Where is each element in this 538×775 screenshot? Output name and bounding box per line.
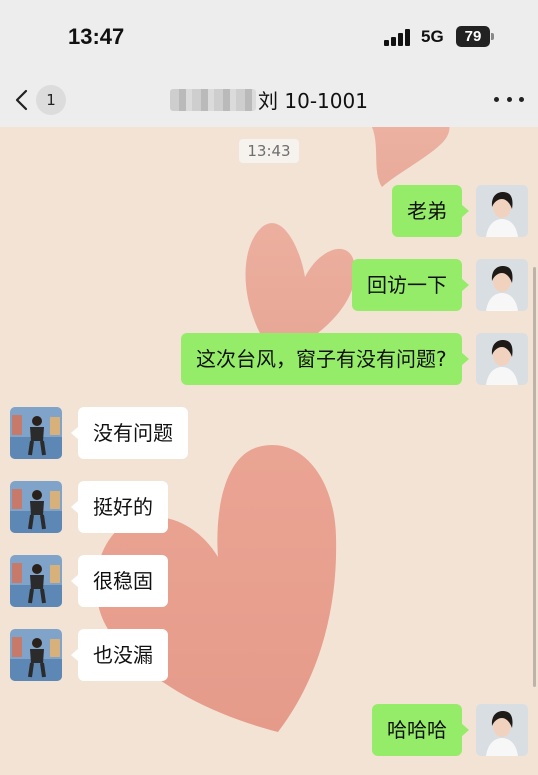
message-row-received: 挺好的 xyxy=(0,481,538,533)
message-row-sent: 回访一下 xyxy=(0,259,538,311)
network-label: 5G xyxy=(421,27,444,46)
chevron-left-icon xyxy=(15,89,28,111)
chat-title-text: 刘 10-1001 xyxy=(258,89,368,113)
contact-avatar[interactable] xyxy=(10,555,62,607)
battery-icon: 79 xyxy=(456,26,490,47)
received-message-bubble[interactable]: 挺好的 xyxy=(71,481,168,533)
chat-title: 刘 10-1001 xyxy=(0,72,538,127)
received-message-bubble[interactable]: 也没漏 xyxy=(71,629,168,681)
scrollbar[interactable] xyxy=(533,267,536,687)
contact-avatar[interactable] xyxy=(10,481,62,533)
my-avatar[interactable] xyxy=(476,185,528,237)
signal-icon xyxy=(384,29,412,46)
message-row-sent: 哈哈哈 xyxy=(0,704,538,756)
message-row-received: 没有问题 xyxy=(0,407,538,459)
received-message-bubble[interactable]: 没有问题 xyxy=(71,407,188,459)
contact-avatar[interactable] xyxy=(10,629,62,681)
more-options-icon[interactable] xyxy=(494,86,524,112)
message-row-received: 很稳固 xyxy=(0,555,538,607)
my-avatar[interactable] xyxy=(476,704,528,756)
back-button[interactable]: 1 xyxy=(14,84,70,116)
sent-message-bubble[interactable]: 哈哈哈 xyxy=(372,704,469,756)
chat-area[interactable]: 13:43 老弟回访一下这次台风，窗子有没有问题? 没有问题挺好的很稳固也没漏哈哈… xyxy=(0,127,538,775)
message-row-sent: 老弟 xyxy=(0,185,538,237)
status-bar: 13:47 5G 79 xyxy=(0,0,538,72)
my-avatar[interactable] xyxy=(476,333,528,385)
message-row-received: 也没漏 xyxy=(0,629,538,681)
sent-message-bubble[interactable]: 回访一下 xyxy=(352,259,469,311)
my-avatar[interactable] xyxy=(476,259,528,311)
unread-count-badge: 1 xyxy=(36,85,66,115)
chat-header: 刘 10-1001 1 xyxy=(0,72,538,127)
received-message-bubble[interactable]: 很稳固 xyxy=(71,555,168,607)
message-row-sent: 这次台风，窗子有没有问题? xyxy=(0,333,538,385)
sent-message-bubble[interactable]: 老弟 xyxy=(392,185,469,237)
redacted-name xyxy=(170,88,257,111)
message-timestamp: 13:43 xyxy=(239,139,299,163)
status-time: 13:47 xyxy=(68,24,125,49)
sent-message-bubble[interactable]: 这次台风，窗子有没有问题? xyxy=(181,333,469,385)
battery-tip xyxy=(491,33,494,40)
contact-avatar[interactable] xyxy=(10,407,62,459)
